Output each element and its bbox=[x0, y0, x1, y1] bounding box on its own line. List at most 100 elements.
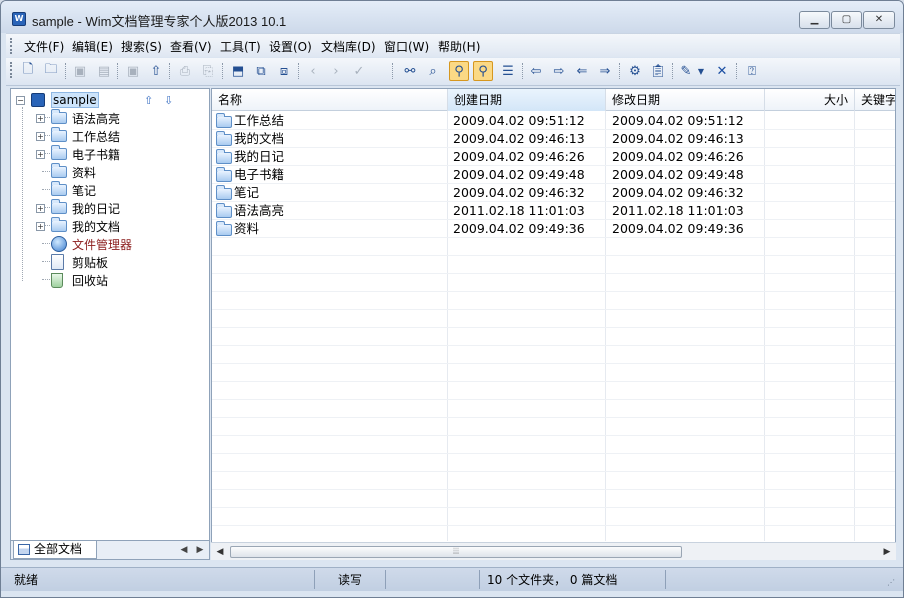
arrow-left-icon[interactable]: ⇦ bbox=[526, 61, 546, 81]
row-name: 我的文档 bbox=[234, 131, 285, 146]
disk-icon[interactable]: ▣ bbox=[123, 61, 143, 81]
list-row[interactable]: 笔记 2009.04.02 09:46:32 2009.04.02 09:46:… bbox=[212, 184, 895, 202]
properties-icon[interactable]: ⚙ bbox=[625, 61, 645, 81]
tree-item-6[interactable]: + 我的文档 bbox=[36, 217, 120, 235]
delete-icon[interactable]: ✕ bbox=[712, 61, 732, 81]
clipboard-icon[interactable]: 📋︎ bbox=[648, 61, 668, 81]
menu-file[interactable]: 文件(F) bbox=[24, 38, 64, 55]
list-row[interactable]: 工作总结 2009.04.02 09:51:12 2009.04.02 09:5… bbox=[212, 112, 895, 130]
list-row[interactable]: 我的日记 2009.04.02 09:46:26 2009.04.02 09:4… bbox=[212, 148, 895, 166]
scroll-thumb[interactable]: ⦙⦙⦙ bbox=[230, 546, 682, 558]
zoom-icon[interactable]: ⚲ bbox=[449, 61, 469, 81]
column-name[interactable]: 名称 bbox=[212, 89, 448, 111]
menu-tools[interactable]: 工具(T) bbox=[220, 38, 261, 55]
tree-item-5[interactable]: + 我的日记 bbox=[36, 199, 120, 217]
tree-item-3[interactable]: 资料 bbox=[51, 163, 96, 181]
tab-all-documents[interactable]: 全部文档 bbox=[13, 541, 98, 559]
toolbar-grip[interactable] bbox=[10, 62, 12, 78]
move-down-icon[interactable]: ⇩ bbox=[164, 94, 173, 107]
close-button[interactable]: ✕ bbox=[863, 11, 895, 29]
print-icon[interactable]: ⎙ bbox=[175, 61, 195, 81]
grid-line bbox=[212, 417, 895, 418]
export-icon[interactable]: ⇧ bbox=[146, 61, 166, 81]
arrow-right-hollow-icon[interactable]: ⇒ bbox=[595, 61, 615, 81]
expand-icon[interactable]: + bbox=[36, 131, 45, 141]
list-row[interactable]: 我的文档 2009.04.02 09:46:13 2009.04.02 09:4… bbox=[212, 130, 895, 148]
row-created: 2009.04.02 09:46:13 bbox=[453, 131, 585, 146]
paste-icon[interactable]: ⧈ bbox=[274, 61, 294, 81]
title-bar[interactable]: W sample - Wim文档管理专家个人版2013 10.1 ▁ ▢ ✕ bbox=[1, 1, 903, 33]
back-icon[interactable]: ‹ bbox=[303, 61, 323, 81]
row-created: 2009.04.02 09:49:36 bbox=[453, 221, 585, 236]
tree-item-1[interactable]: + 工作总结 bbox=[36, 127, 120, 145]
list-row[interactable]: 资料 2009.04.02 09:49:36 2009.04.02 09:49:… bbox=[212, 220, 895, 238]
menu-help[interactable]: 帮助(H) bbox=[438, 38, 480, 55]
folder-tree[interactable]: − sample ⇧ ⇩ + 语法高亮 + 工作总结 + 电子书籍 资料 笔记 + 我的… bbox=[10, 88, 210, 541]
tree-item-recycle[interactable]: 回收站 bbox=[51, 271, 108, 289]
column-size[interactable]: 大小 bbox=[765, 89, 855, 111]
expand-icon[interactable]: + bbox=[36, 221, 45, 231]
expand-icon[interactable]: + bbox=[36, 149, 45, 159]
resize-grip-icon[interactable]: ⋰ bbox=[887, 578, 897, 588]
binoculars-icon[interactable]: ⚯ bbox=[400, 61, 420, 81]
menu-search[interactable]: 搜索(S) bbox=[121, 38, 162, 55]
help-icon[interactable]: ⍰ bbox=[742, 61, 762, 81]
check-icon[interactable]: ✓ bbox=[349, 61, 369, 81]
pen-icon[interactable]: ✎ bbox=[676, 61, 696, 81]
grid-line bbox=[212, 489, 895, 490]
horizontal-scrollbar[interactable]: ◀ ⦙⦙⦙ ▶ bbox=[211, 542, 896, 560]
folder-icon bbox=[216, 148, 232, 164]
list-row[interactable]: 语法高亮 2011.02.18 11:01:03 2011.02.18 11:0… bbox=[212, 202, 895, 220]
menu-settings[interactable]: 设置(O) bbox=[269, 38, 312, 55]
tree-root[interactable]: − sample bbox=[16, 91, 99, 109]
grid-line bbox=[212, 327, 895, 328]
save-all-icon[interactable]: ▤ bbox=[94, 61, 114, 81]
row-name: 工作总结 bbox=[234, 113, 285, 128]
arrow-right-icon[interactable]: ⇨ bbox=[549, 61, 569, 81]
menu-window[interactable]: 窗口(W) bbox=[384, 38, 429, 55]
tree-item-4[interactable]: 笔记 bbox=[51, 181, 96, 199]
tab-scroll-left-icon[interactable]: ◀ bbox=[177, 543, 191, 557]
folder-icon bbox=[51, 181, 67, 196]
expand-icon[interactable]: + bbox=[36, 113, 45, 123]
import-icon[interactable]: ⬒ bbox=[228, 61, 248, 81]
list-row[interactable]: 电子书籍 2009.04.02 09:49:48 2009.04.02 09:4… bbox=[212, 166, 895, 184]
maximize-button[interactable]: ▢ bbox=[831, 11, 862, 29]
move-up-icon[interactable]: ⇧ bbox=[144, 94, 153, 107]
tree-item-file-manager[interactable]: 文件管理器 bbox=[51, 235, 132, 253]
list-icon[interactable]: ☰ bbox=[498, 61, 518, 81]
zoom-active-icon[interactable]: ⚲ bbox=[473, 61, 493, 81]
minimize-button[interactable]: ▁ bbox=[799, 11, 830, 29]
tree-item-2[interactable]: + 电子书籍 bbox=[36, 145, 120, 163]
menu-library[interactable]: 文档库(D) bbox=[321, 38, 376, 55]
folder-icon bbox=[51, 145, 67, 160]
copy-icon[interactable]: ⧉ bbox=[251, 61, 271, 81]
arrow-left-hollow-icon[interactable]: ⇐ bbox=[572, 61, 592, 81]
folder-icon bbox=[216, 112, 232, 128]
save-icon[interactable]: ▣ bbox=[70, 61, 90, 81]
menu-edit[interactable]: 编辑(E) bbox=[72, 38, 113, 55]
find-replace-icon[interactable]: ⌕ bbox=[423, 61, 443, 81]
column-modified[interactable]: 修改日期 bbox=[606, 89, 765, 111]
tab-label: 全部文档 bbox=[34, 542, 83, 556]
tree-item-0[interactable]: + 语法高亮 bbox=[36, 109, 120, 127]
new-doc-icon[interactable]: 🗋 bbox=[18, 61, 38, 81]
expand-icon[interactable]: + bbox=[36, 203, 45, 213]
scroll-left-icon[interactable]: ◀ bbox=[213, 545, 227, 559]
menubar-grip[interactable] bbox=[10, 38, 12, 54]
collapse-icon[interactable]: − bbox=[16, 95, 25, 105]
dropdown-icon[interactable]: ▼ bbox=[695, 61, 707, 81]
open-folder-icon[interactable]: 🗀 bbox=[41, 61, 61, 81]
column-keywords[interactable]: 关键字 bbox=[855, 89, 895, 111]
tree-item-clipboard[interactable]: 剪贴板 bbox=[51, 253, 108, 271]
menu-view[interactable]: 查看(V) bbox=[170, 38, 212, 55]
menu-bar: 文件(F) 编辑(E) 搜索(S) 查看(V) 工具(T) 设置(O) 文档库(… bbox=[6, 33, 900, 57]
scroll-right-icon[interactable]: ▶ bbox=[880, 545, 894, 559]
document-list[interactable]: 名称 创建日期 修改日期 大小 关键字 工作总结 2009.04.02 09:5… bbox=[211, 88, 896, 560]
tab-scroll-right-icon[interactable]: ▶ bbox=[193, 543, 207, 557]
print-preview-icon[interactable]: ⎘ bbox=[198, 61, 218, 81]
folder-icon bbox=[51, 163, 67, 178]
column-created[interactable]: 创建日期 bbox=[448, 89, 606, 111]
grid-line bbox=[212, 273, 895, 274]
forward-icon[interactable]: › bbox=[326, 61, 346, 81]
